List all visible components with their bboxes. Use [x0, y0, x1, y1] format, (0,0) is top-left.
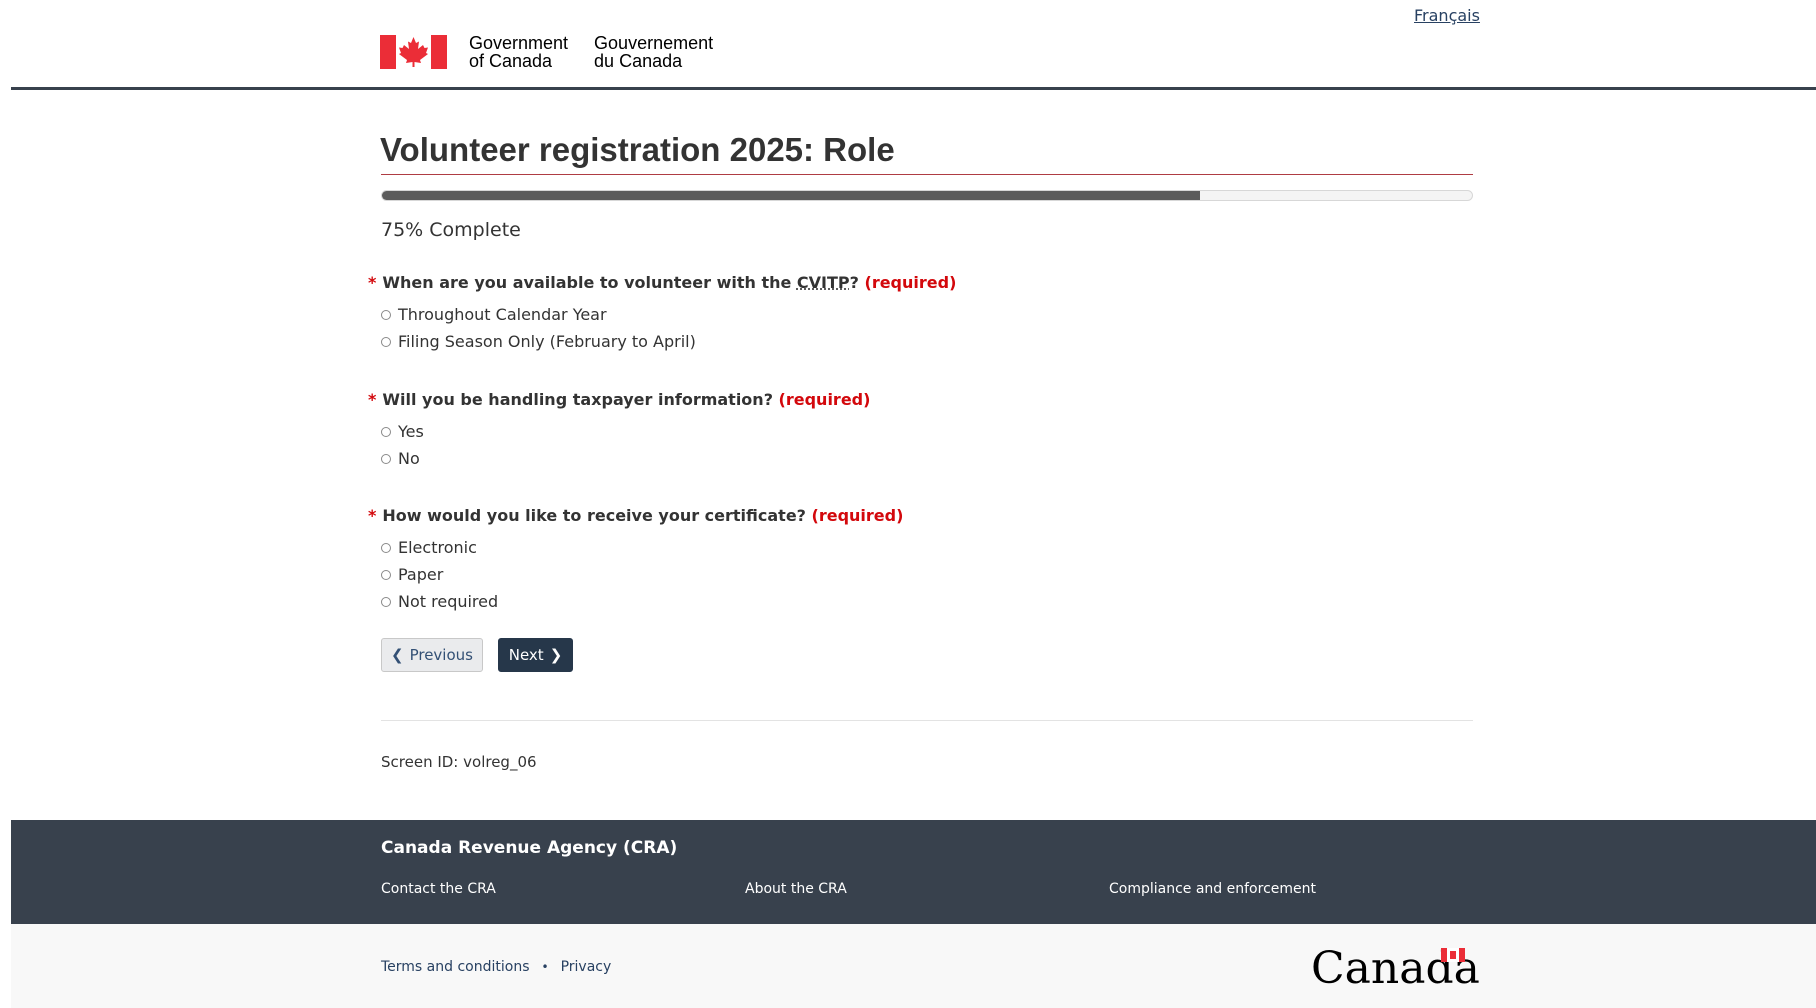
option-throughout-year[interactable]: Throughout Calendar Year	[381, 305, 607, 324]
radio-button[interactable]	[381, 596, 391, 607]
wordmark-flag-icon	[1441, 948, 1465, 962]
canada-flag-icon	[380, 35, 447, 69]
question-availability: * When are you available to volunteer wit…	[368, 273, 957, 351]
question-label: * Will you be handling taxpayer informati…	[368, 390, 871, 409]
header-divider	[11, 87, 1816, 90]
question-label: * How would you like to receive your cert…	[368, 506, 904, 525]
cvitp-abbreviation: CVITP	[796, 273, 850, 292]
question-certificate: * How would you like to receive your cert…	[368, 506, 904, 611]
option-electronic[interactable]: Electronic	[381, 538, 477, 557]
language-toggle-link[interactable]: Français	[1414, 6, 1480, 25]
option-yes[interactable]: Yes	[381, 422, 424, 441]
signature-english: Government of Canada	[469, 33, 569, 71]
footer-sub-links: Terms and conditions • Privacy	[381, 959, 611, 975]
footer-sub: Terms and conditions • Privacy Canada	[11, 924, 1816, 1008]
progress-bar	[381, 190, 1473, 201]
radio-button[interactable]	[381, 426, 391, 437]
option-not-required[interactable]: Not required	[381, 592, 498, 611]
page-title: Volunteer registration 2025: Role	[380, 131, 895, 168]
option-paper[interactable]: Paper	[381, 565, 443, 584]
chevron-left-icon: ❮	[391, 646, 404, 664]
screen-id: Screen ID: volreg_06	[381, 753, 537, 771]
radio-button[interactable]	[381, 453, 391, 464]
next-button[interactable]: Next ❯	[498, 638, 573, 672]
footer-link-compliance[interactable]: Compliance and enforcement	[1109, 881, 1316, 897]
footer-title: Canada Revenue Agency (CRA)	[381, 838, 678, 858]
option-no[interactable]: No	[381, 449, 420, 468]
terms-link[interactable]: Terms and conditions	[381, 959, 530, 975]
separator-dot: •	[541, 960, 549, 974]
option-filing-season[interactable]: Filing Season Only (February to April)	[381, 332, 696, 351]
radio-button[interactable]	[381, 336, 391, 347]
chevron-right-icon: ❯	[549, 646, 563, 664]
signature-french: Gouvernement du Canada	[594, 33, 714, 71]
title-underline	[381, 174, 1473, 175]
question-label: * When are you available to volunteer wit…	[368, 273, 957, 292]
progress-label: 75% Complete	[381, 219, 521, 241]
footer-link-about[interactable]: About the CRA	[745, 881, 847, 897]
footer-main: Canada Revenue Agency (CRA) Contact the …	[11, 820, 1816, 924]
progress-bar-fill	[382, 191, 1200, 200]
previous-button[interactable]: ❮ Previous	[381, 638, 483, 672]
content-divider	[381, 720, 1473, 721]
radio-button[interactable]	[381, 569, 391, 580]
privacy-link[interactable]: Privacy	[561, 959, 612, 975]
radio-button[interactable]	[381, 309, 391, 320]
footer-link-contact[interactable]: Contact the CRA	[381, 881, 496, 897]
radio-button[interactable]	[381, 542, 391, 553]
question-taxpayer-info: * Will you be handling taxpayer informati…	[368, 390, 871, 468]
government-signature[interactable]: Government of Canada Gouvernement du Can…	[380, 34, 739, 70]
